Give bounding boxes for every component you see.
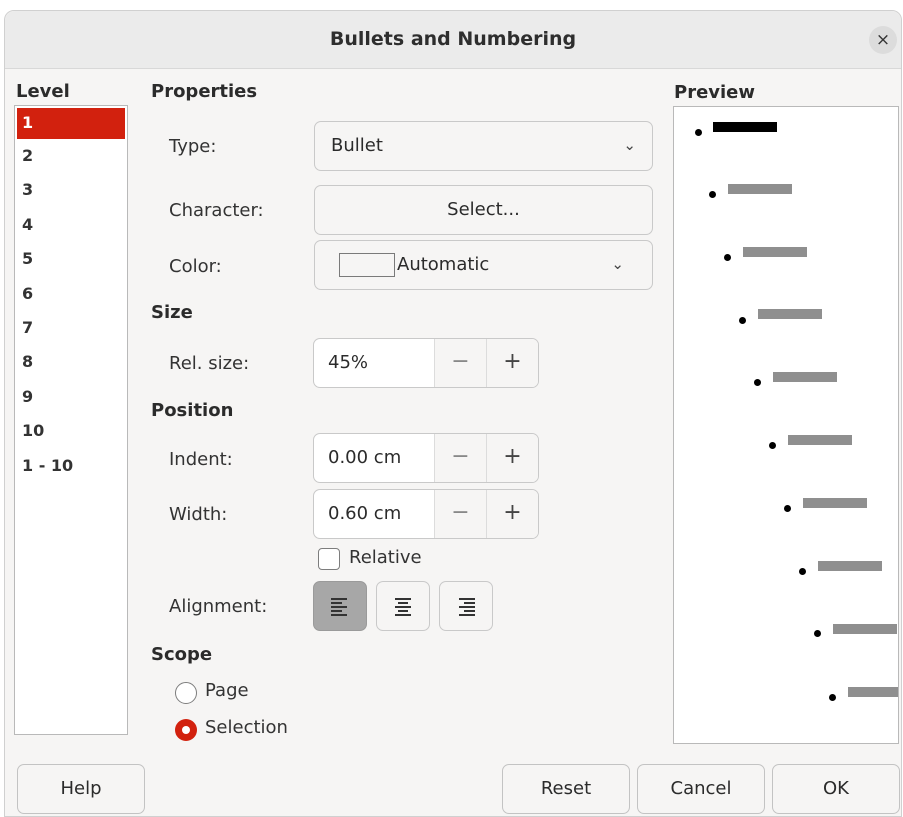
width-label: Width: (169, 504, 228, 525)
preview-line (773, 372, 837, 382)
level-list[interactable]: 1 2 3 4 5 6 7 8 9 10 1 - 10 (14, 105, 128, 735)
close-icon[interactable]: × (869, 26, 897, 54)
color-swatch (339, 253, 395, 277)
color-label: Color: (169, 256, 222, 277)
level-item-4[interactable]: 4 (15, 208, 127, 242)
align-right-icon (459, 598, 475, 616)
level-item-5[interactable]: 5 (15, 242, 127, 276)
align-center-button[interactable] (376, 581, 430, 631)
width-increment-button[interactable]: + (486, 490, 538, 538)
align-left-icon (331, 598, 347, 616)
preview-bullet (709, 191, 716, 198)
properties-heading: Properties (151, 81, 258, 102)
preview-heading: Preview (674, 82, 756, 103)
preview-bullet (799, 568, 806, 575)
character-label: Character: (169, 200, 264, 221)
align-left-button[interactable] (313, 581, 367, 631)
chevron-down-icon: ⌄ (623, 136, 636, 154)
relative-label[interactable]: Relative (349, 547, 422, 568)
level-item-6[interactable]: 6 (15, 277, 127, 311)
preview-line (833, 624, 897, 634)
width-spinbox[interactable]: 0.60 cm − + (313, 489, 539, 539)
help-button[interactable]: Help (17, 764, 145, 814)
preview-line (788, 435, 852, 445)
preview-line (713, 122, 777, 132)
preview-line (803, 498, 867, 508)
rel-size-increment-button[interactable]: + (486, 339, 538, 387)
dialog-title: Bullets and Numbering (329, 28, 577, 50)
width-value[interactable]: 0.60 cm (328, 503, 401, 524)
selection-radio[interactable] (175, 719, 197, 741)
preview-bullet (724, 254, 731, 261)
indent-value[interactable]: 0.00 cm (328, 447, 401, 468)
type-value: Bullet (331, 135, 383, 156)
level-item-2[interactable]: 2 (15, 139, 127, 173)
rel-size-spinbox[interactable]: 45% − + (313, 338, 539, 388)
indent-label: Indent: (169, 449, 233, 470)
preview-bullet (754, 379, 761, 386)
size-heading: Size (151, 302, 193, 323)
indent-spinbox[interactable]: 0.00 cm − + (313, 433, 539, 483)
level-item-7[interactable]: 7 (15, 311, 127, 345)
page-radio[interactable] (175, 682, 197, 704)
level-item-8[interactable]: 8 (15, 345, 127, 379)
color-value: Automatic (397, 254, 490, 275)
preview-bullet (784, 505, 791, 512)
reset-button[interactable]: Reset (502, 764, 630, 814)
preview-line (848, 687, 898, 697)
preview-bullet (829, 694, 836, 701)
preview-line (818, 561, 882, 571)
align-center-icon (395, 598, 411, 616)
preview-line (743, 247, 807, 257)
position-heading: Position (151, 400, 234, 421)
level-item-10[interactable]: 10 (15, 414, 127, 448)
alignment-label: Alignment: (169, 596, 268, 617)
preview-line (758, 309, 822, 319)
rel-size-label: Rel. size: (169, 353, 250, 374)
width-decrement-button[interactable]: − (434, 490, 486, 538)
preview-bullet (739, 317, 746, 324)
level-item-9[interactable]: 9 (15, 380, 127, 414)
chevron-down-icon: ⌄ (611, 255, 624, 273)
select-character-button[interactable]: Select... (314, 185, 653, 235)
indent-increment-button[interactable]: + (486, 434, 538, 482)
title-bar: Bullets and Numbering × (5, 11, 901, 69)
preview-bullet (814, 630, 821, 637)
preview-bullet (769, 442, 776, 449)
page-radio-label[interactable]: Page (205, 680, 249, 701)
rel-size-decrement-button[interactable]: − (434, 339, 486, 387)
selection-radio-label[interactable]: Selection (205, 717, 288, 738)
ok-button[interactable]: OK (772, 764, 900, 814)
level-item-1-10[interactable]: 1 - 10 (15, 449, 127, 483)
level-heading: Level (16, 81, 70, 102)
preview-bullet (695, 129, 702, 136)
color-dropdown[interactable]: Automatic ⌄ (314, 240, 653, 290)
scope-heading: Scope (151, 644, 213, 665)
align-right-button[interactable] (439, 581, 493, 631)
level-item-3[interactable]: 3 (15, 173, 127, 207)
type-dropdown[interactable]: Bullet ⌄ (314, 121, 653, 171)
cancel-button[interactable]: Cancel (637, 764, 765, 814)
rel-size-value[interactable]: 45% (328, 352, 368, 373)
indent-decrement-button[interactable]: − (434, 434, 486, 482)
preview-line (728, 184, 792, 194)
relative-checkbox[interactable] (318, 548, 340, 570)
preview-pane (673, 106, 899, 744)
type-label: Type: (169, 136, 217, 157)
level-item-1[interactable]: 1 (17, 108, 125, 139)
